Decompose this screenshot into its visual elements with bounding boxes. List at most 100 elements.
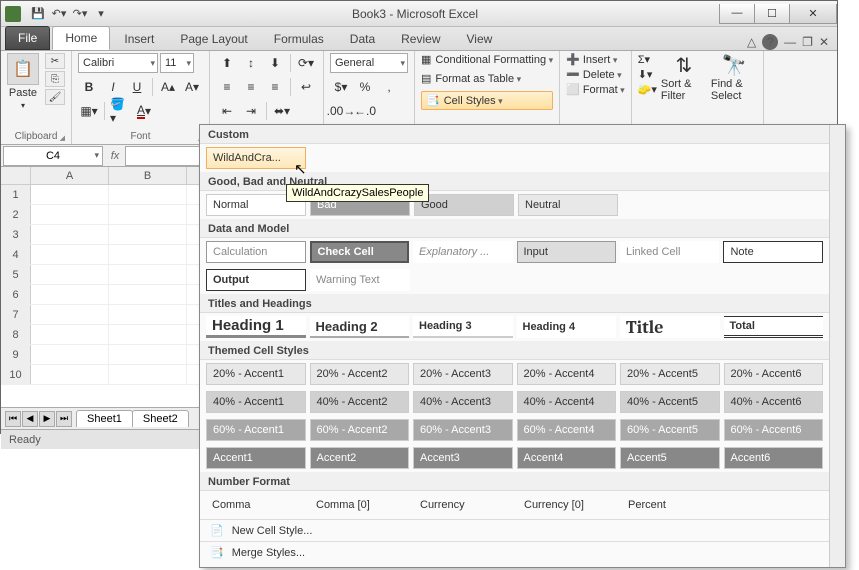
align-right-icon[interactable]: ≡: [264, 77, 286, 97]
paste-dropdown-icon[interactable]: ▾: [21, 101, 25, 110]
accounting-format-icon[interactable]: $▾: [330, 77, 352, 97]
number-format-combo[interactable]: General: [330, 53, 408, 73]
style-warning-text[interactable]: Warning Text: [310, 269, 410, 291]
cell[interactable]: [31, 225, 109, 244]
row-header[interactable]: 8: [1, 325, 31, 344]
sheet-tab[interactable]: Sheet1: [76, 410, 133, 427]
style-title[interactable]: Title: [620, 316, 720, 338]
row-header[interactable]: 3: [1, 225, 31, 244]
last-sheet-icon[interactable]: ⏭: [56, 411, 72, 427]
cell[interactable]: [31, 185, 109, 204]
align-top-icon[interactable]: ⬆: [216, 53, 238, 73]
increase-decimal-icon[interactable]: .00→: [330, 101, 352, 121]
help-icon[interactable]: ?: [762, 34, 778, 50]
doc-close-icon[interactable]: ✕: [819, 35, 829, 49]
style-wildandcrazy[interactable]: WildAndCra...: [206, 147, 306, 169]
style-output[interactable]: Output: [206, 269, 306, 291]
copy-icon[interactable]: ⎘: [45, 71, 65, 87]
select-all-corner[interactable]: [1, 167, 31, 184]
gallery-scrollbar[interactable]: [829, 125, 845, 567]
style-comma-0[interactable]: Comma [0]: [310, 494, 410, 516]
cell[interactable]: [109, 325, 187, 344]
align-left-icon[interactable]: ≡: [216, 77, 238, 97]
style-40-accent2[interactable]: 40% - Accent2: [310, 391, 410, 413]
cut-icon[interactable]: ✂: [45, 53, 65, 69]
style-40-accent3[interactable]: 40% - Accent3: [413, 391, 513, 413]
align-middle-icon[interactable]: ↕: [240, 53, 262, 73]
paste-label[interactable]: Paste: [9, 87, 37, 99]
percent-format-icon[interactable]: %: [354, 77, 376, 97]
cell[interactable]: [31, 245, 109, 264]
find-select-button[interactable]: 🔭Find & Select: [711, 53, 757, 131]
style-20-accent1[interactable]: 20% - Accent1: [206, 363, 306, 385]
cell[interactable]: [31, 365, 109, 384]
fill-color-icon[interactable]: 🪣▾: [109, 101, 131, 121]
tab-insert[interactable]: Insert: [112, 28, 166, 50]
decrease-decimal-icon[interactable]: ←.0: [354, 101, 376, 121]
row-header[interactable]: 5: [1, 265, 31, 284]
style-40-accent1[interactable]: 40% - Accent1: [206, 391, 306, 413]
cell[interactable]: [31, 345, 109, 364]
style-40-accent6[interactable]: 40% - Accent6: [724, 391, 824, 413]
save-icon[interactable]: 💾: [29, 5, 47, 23]
style-neutral[interactable]: Neutral: [518, 194, 618, 216]
paste-icon[interactable]: 📋: [7, 53, 39, 85]
sort-filter-button[interactable]: ⇅Sort & Filter: [661, 53, 707, 131]
format-painter-icon[interactable]: 🖌: [45, 89, 65, 105]
doc-minimize-icon[interactable]: —: [784, 35, 796, 49]
tab-review[interactable]: Review: [389, 28, 452, 50]
cell[interactable]: [109, 205, 187, 224]
fx-icon[interactable]: fx: [105, 150, 125, 162]
first-sheet-icon[interactable]: ⏮: [5, 411, 21, 427]
wrap-text-icon[interactable]: ↩: [295, 77, 317, 97]
row-header[interactable]: 1: [1, 185, 31, 204]
cell-styles-button[interactable]: 📑Cell Styles: [421, 91, 553, 110]
undo-icon[interactable]: ↶▾: [50, 5, 68, 23]
cell[interactable]: [31, 305, 109, 324]
align-bottom-icon[interactable]: ⬇: [264, 53, 286, 73]
prev-sheet-icon[interactable]: ◀: [22, 411, 38, 427]
style-accent1[interactable]: Accent1: [206, 447, 306, 469]
style-accent3[interactable]: Accent3: [413, 447, 513, 469]
style-60-accent6[interactable]: 60% - Accent6: [724, 419, 824, 441]
column-header[interactable]: B: [109, 167, 187, 184]
increase-indent-icon[interactable]: ⇥: [240, 101, 262, 121]
align-center-icon[interactable]: ≡: [240, 77, 262, 97]
style-accent5[interactable]: Accent5: [620, 447, 720, 469]
grow-font-icon[interactable]: A▴: [157, 77, 179, 97]
cell[interactable]: [31, 265, 109, 284]
style-total[interactable]: Total: [724, 316, 824, 338]
column-header[interactable]: A: [31, 167, 109, 184]
style-note[interactable]: Note: [723, 241, 823, 263]
style-calculation[interactable]: Calculation: [206, 241, 306, 263]
style-heading-4[interactable]: Heading 4: [517, 316, 617, 338]
underline-button[interactable]: U: [126, 77, 148, 97]
qat-customize-icon[interactable]: ▾: [92, 5, 110, 23]
row-header[interactable]: 2: [1, 205, 31, 224]
font-name-combo[interactable]: Calibri: [78, 53, 158, 73]
tab-home[interactable]: Home: [52, 26, 110, 50]
tab-page-layout[interactable]: Page Layout: [168, 28, 259, 50]
close-button[interactable]: ✕: [789, 4, 837, 24]
style-currency[interactable]: Currency: [414, 494, 514, 516]
sheet-tab[interactable]: Sheet2: [132, 410, 189, 427]
merge-center-icon[interactable]: ⬌▾: [271, 101, 293, 121]
autosum-button[interactable]: Σ▾: [638, 53, 657, 66]
bold-button[interactable]: B: [78, 77, 100, 97]
new-cell-style-button[interactable]: 📄New Cell Style...: [200, 519, 829, 541]
comma-format-icon[interactable]: ,: [378, 77, 400, 97]
tab-file[interactable]: File: [5, 26, 50, 50]
style-linked-cell[interactable]: Linked Cell: [620, 241, 719, 263]
orientation-icon[interactable]: ⟳▾: [295, 53, 317, 73]
tab-formulas[interactable]: Formulas: [262, 28, 336, 50]
style-20-accent5[interactable]: 20% - Accent5: [620, 363, 720, 385]
name-box[interactable]: C4: [3, 146, 103, 166]
border-icon[interactable]: ▦▾: [78, 101, 100, 121]
style-60-accent4[interactable]: 60% - Accent4: [517, 419, 617, 441]
next-sheet-icon[interactable]: ▶: [39, 411, 55, 427]
style-accent6[interactable]: Accent6: [724, 447, 824, 469]
cell[interactable]: [31, 285, 109, 304]
cell[interactable]: [109, 185, 187, 204]
style-20-accent6[interactable]: 20% - Accent6: [724, 363, 824, 385]
style-20-accent4[interactable]: 20% - Accent4: [517, 363, 617, 385]
